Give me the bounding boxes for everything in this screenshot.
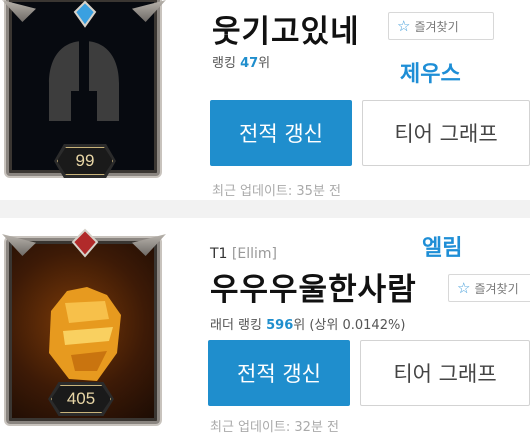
player-annotation: 제우스 [400,62,461,87]
rank-text: 래더 랭킹 596위 (상위 0.0142%) [210,314,405,333]
level-badge: 99 [54,144,116,178]
profile-card-1: 99 웃기고있네 ☆ 즐겨찾기 랭킹 47위 제우스 전적 갱신 티어 그래프 … [0,0,530,200]
favorite-label: 즐겨찾기 [474,281,519,296]
tier-graph-button[interactable]: 티어 그래프 [360,340,530,406]
crest-gem-icon [73,0,97,28]
rank-value[interactable]: 47 [240,56,258,71]
favorite-button[interactable]: ☆ 즐겨찾기 [448,274,530,302]
tier-graph-button[interactable]: 티어 그래프 [362,100,530,166]
rank-suffix: 위 [258,56,271,71]
level-badge: 405 [48,382,114,416]
last-updated: 최근 업데이트: 32분 전 [210,420,339,435]
level-value: 99 [75,151,95,170]
refresh-button[interactable]: 전적 갱신 [208,340,350,406]
rank-prefix: 랭킹 [212,56,236,71]
refresh-button[interactable]: 전적 갱신 [210,100,352,166]
rank-prefix: 래더 랭킹 [210,318,262,333]
profile-icon-frame: 99 [0,0,170,180]
team-name: T1 [210,246,228,262]
team-player: [Ellim] [231,246,277,262]
profile-icon-frame: 405 [0,228,170,428]
level-value: 405 [66,389,96,408]
favorite-button[interactable]: ☆ 즐겨찾기 [388,12,494,40]
player-annotation: 엘림 [422,236,463,261]
summoner-name: 웃기고있네 [212,14,360,50]
star-icon: ☆ [457,279,471,297]
rank-text: 랭킹 47위 [212,52,270,71]
card-divider [0,200,530,218]
favorite-label: 즐겨찾기 [414,19,459,34]
star-icon: ☆ [397,17,411,35]
rank-suffix: 위 (상위 0.0142%) [293,318,406,333]
last-updated: 최근 업데이트: 35분 전 [212,184,341,199]
summoner-name: 우우우울한사람 [210,272,417,308]
team-tag: T1 [Ellim] [210,246,277,262]
crest-gem-icon [71,228,99,258]
rank-value[interactable]: 596 [266,318,293,333]
